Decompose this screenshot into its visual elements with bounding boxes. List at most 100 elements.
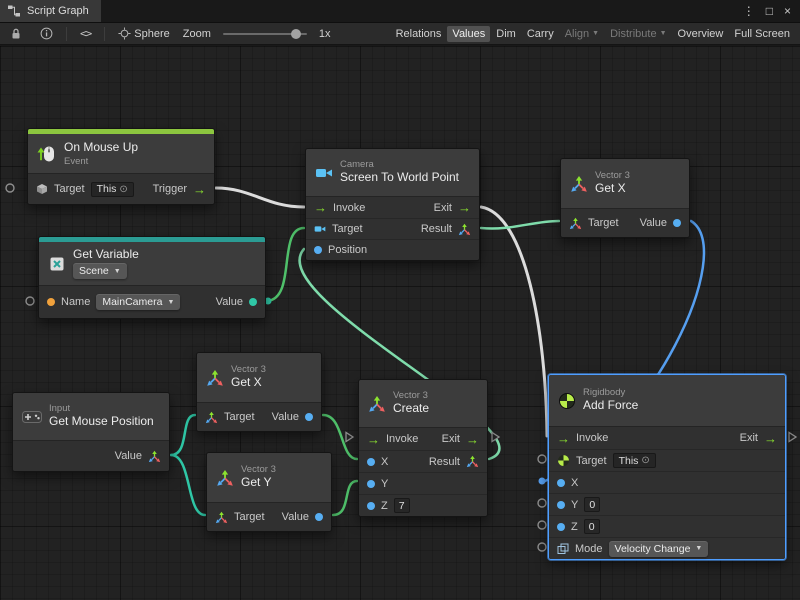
vector3-icon [368, 395, 386, 413]
zoom-label: Zoom [183, 28, 211, 40]
vector3-port-icon[interactable] [215, 511, 228, 524]
node-vector3-get-x-top[interactable]: Vector 3 Get X Target Value [560, 158, 690, 238]
values-toggle[interactable]: Values [447, 26, 490, 42]
row-z: Z 7 [359, 494, 487, 516]
code-preview-button[interactable]: <> [75, 25, 96, 42]
node-vector3-create[interactable]: Vector 3 Create → Invoke Exit → X Result… [358, 379, 488, 517]
window-tab-bar: Script Graph ⋮ □ × [0, 0, 800, 22]
node-screen-to-world-point[interactable]: Camera Screen To World Point → Invoke Ex… [305, 148, 480, 261]
tab-script-graph[interactable]: Script Graph [0, 0, 101, 22]
rigidbody-port-icon[interactable] [557, 454, 570, 467]
carry-toggle[interactable]: Carry [522, 26, 559, 42]
node-vector3-get-y[interactable]: Vector 3 Get Y Target Value [206, 452, 332, 532]
node-get-variable[interactable]: Get Variable Scene ▼ Name MainCamera ▼ V… [38, 236, 266, 319]
chevron-down-icon: ▼ [592, 30, 599, 37]
node-header: Input Get Mouse Position [13, 393, 169, 441]
node-category: Camera [340, 160, 459, 170]
node-title: Get Y [241, 476, 276, 490]
distribute-dropdown[interactable]: Distribute ▼ [605, 26, 671, 42]
toolbar-divider [104, 27, 105, 41]
target-self-chip[interactable]: This ⊙ [613, 453, 656, 468]
full-screen-button[interactable]: Full Screen [729, 26, 795, 42]
relations-toggle[interactable]: Relations [391, 26, 447, 42]
object-picker-icon: ⊙ [641, 455, 649, 466]
node-on-mouse-up[interactable]: On Mouse Up Event Target This ⊙ Trigger … [27, 128, 215, 205]
vector3-port-icon[interactable] [148, 450, 161, 463]
x-port[interactable] [557, 479, 565, 487]
object-picker-icon: ⊙ [119, 184, 127, 195]
value-label: Value [272, 411, 299, 423]
exec-out-port[interactable]: → [466, 433, 479, 446]
dim-toggle[interactable]: Dim [491, 26, 521, 42]
name-port[interactable] [47, 298, 55, 306]
camera-port-icon[interactable] [314, 223, 326, 235]
vector3-icon [216, 469, 234, 487]
x-port[interactable] [367, 458, 375, 466]
row-target: Target This ⊙ [549, 449, 785, 471]
value-port[interactable] [673, 219, 681, 227]
dropdown-value: MainCamera [102, 296, 162, 308]
position-port[interactable] [314, 246, 322, 254]
value-port[interactable] [249, 298, 257, 306]
exec-in-port[interactable]: → [367, 433, 380, 446]
node-header: Camera Screen To World Point [306, 149, 479, 197]
dropdown-value: Velocity Change [615, 543, 691, 555]
y-label: Y [381, 478, 388, 490]
value-port[interactable] [305, 413, 313, 421]
zoom-slider[interactable] [223, 33, 307, 35]
z-port[interactable] [367, 502, 375, 510]
y-port[interactable] [557, 501, 565, 509]
value-port[interactable] [315, 513, 323, 521]
z-port[interactable] [557, 523, 565, 531]
z-value-field[interactable]: 7 [394, 498, 410, 513]
exec-out-port[interactable]: → [458, 201, 471, 214]
overview-button[interactable]: Overview [673, 26, 729, 42]
node-header: Get Variable Scene ▼ [39, 242, 265, 286]
y-value-field[interactable]: 0 [584, 497, 600, 512]
target-label: Target [234, 511, 265, 523]
maximize-icon[interactable]: □ [766, 5, 773, 17]
tab-title: Script Graph [27, 5, 89, 17]
exec-in-port[interactable]: → [314, 201, 327, 214]
row-x: X [549, 471, 785, 493]
align-dropdown[interactable]: Align ▼ [560, 26, 604, 42]
chevron-down-icon: ▼ [660, 30, 667, 37]
close-icon[interactable]: × [784, 5, 791, 17]
window-menu-icon[interactable]: ⋮ [743, 5, 755, 17]
vector3-port-icon[interactable] [205, 411, 218, 424]
variable-name-dropdown[interactable]: MainCamera ▼ [96, 294, 180, 310]
lock-button[interactable] [5, 25, 27, 42]
invoke-label: Invoke [333, 202, 365, 214]
node-header: Vector 3 Get X [561, 159, 689, 209]
vector3-port-icon[interactable] [466, 455, 479, 468]
mode-dropdown[interactable]: Velocity Change ▼ [609, 541, 709, 557]
variable-kind-dropdown[interactable]: Scene ▼ [73, 263, 127, 279]
graph-owner-button[interactable]: Sphere [113, 25, 174, 42]
row-position: Position [306, 239, 479, 260]
target-self-chip[interactable]: This ⊙ [91, 182, 134, 197]
script-graph-icon [7, 4, 21, 18]
exec-in-port[interactable]: → [557, 432, 570, 445]
camera-icon [315, 164, 333, 182]
node-subtitle: Event [64, 157, 138, 167]
zoom-slider-handle[interactable] [291, 29, 301, 39]
node-get-mouse-position[interactable]: Input Get Mouse Position Value [12, 392, 170, 472]
row-target-value: Target Value [207, 503, 331, 531]
exec-out-port[interactable]: → [193, 183, 206, 196]
z-label: Z [571, 521, 578, 533]
mode-icon[interactable] [557, 543, 569, 555]
row-z: Z 0 [549, 515, 785, 537]
vector3-port-icon[interactable] [569, 217, 582, 230]
exec-out-port[interactable]: → [764, 432, 777, 445]
node-category: Vector 3 [231, 365, 266, 375]
target-label: Target [332, 223, 363, 235]
node-title: Get Variable [73, 248, 139, 262]
row-value: Value [13, 441, 169, 471]
y-port[interactable] [367, 480, 375, 488]
z-value-field[interactable]: 0 [584, 519, 600, 534]
vector3-port-icon[interactable] [458, 223, 471, 236]
node-add-force[interactable]: Rigidbody Add Force → Invoke Exit → Targ… [548, 374, 786, 560]
vector3-icon [206, 369, 224, 387]
info-button[interactable] [35, 25, 58, 42]
node-vector3-get-x-mid[interactable]: Vector 3 Get X Target Value [196, 352, 322, 432]
